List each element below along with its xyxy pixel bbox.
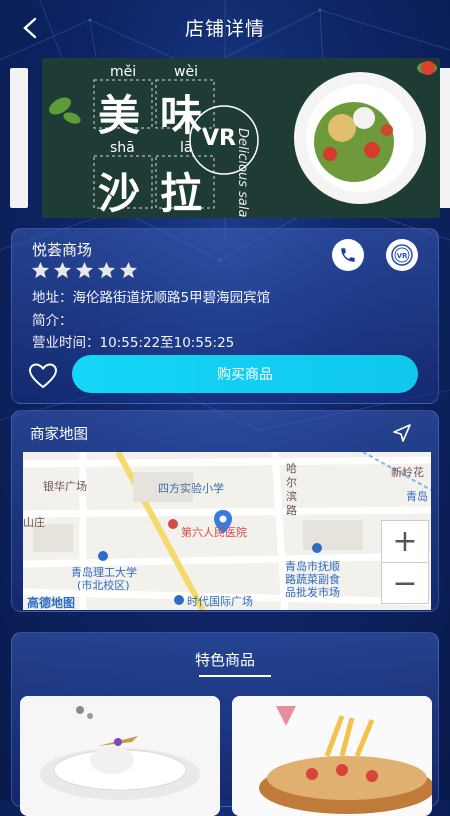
- previous-slide-thumb[interactable]: [10, 68, 28, 208]
- merchant-map-card: 商家地图 银华广场 四方实验小学 哈 尔 滨 路 第六人民医院 山庄 青岛理工大…: [11, 410, 439, 612]
- next-slide-thumb[interactable]: [440, 68, 450, 208]
- zoom-out-button[interactable]: −: [382, 563, 428, 604]
- svg-text:VR: VR: [397, 252, 408, 260]
- product-image-sandwich: [232, 696, 432, 816]
- banner-carousel[interactable]: měi wèi shā lā 美 味 沙 拉 VR Delicious sala…: [0, 58, 450, 218]
- map-label-qdlg-2: (市北校区): [77, 579, 130, 592]
- banner-script-text: Delicious salad: [235, 128, 250, 218]
- top-bar: 店铺详情: [0, 0, 450, 56]
- pinyin-wei: wèi: [174, 64, 198, 80]
- pinyin-mei: měi: [110, 64, 137, 80]
- buy-products-button[interactable]: 购买商品: [72, 355, 418, 393]
- zoom-in-button[interactable]: +: [382, 521, 428, 562]
- store-address: 地址：海伦路街道抚顺路5甲碧海园宾馆: [32, 290, 271, 306]
- featured-title: 特色商品: [194, 651, 255, 669]
- map-view[interactable]: 银华广场 四方实验小学 哈 尔 滨 路 第六人民医院 山庄 青岛理工大学 (市北…: [23, 452, 431, 610]
- map-label-yinhua: 银华广场: [43, 480, 87, 493]
- featured-title-underline: [199, 675, 271, 677]
- star-icon: [97, 261, 116, 279]
- banner-slide[interactable]: měi wèi shā lā 美 味 沙 拉 VR Delicious sala…: [42, 58, 440, 218]
- star-rating: [31, 261, 138, 280]
- store-intro: 简介：: [32, 313, 73, 329]
- map-label-shanzhuang: 山庄: [23, 516, 45, 529]
- featured-products-card: 特色商品: [11, 632, 439, 816]
- map-label-gaode: 高德地图: [27, 596, 76, 610]
- map-label-sifang: 四方实验小学: [158, 482, 224, 495]
- map-zoom-control: + −: [381, 520, 429, 604]
- char-mei: 美: [98, 91, 141, 140]
- map-label-shidai: 时代国际广场: [187, 595, 253, 608]
- char-sha: 沙: [98, 169, 141, 218]
- char-la: 拉: [160, 169, 203, 218]
- star-icon: [119, 261, 138, 279]
- map-label-hospital: 第六人民医院: [181, 526, 247, 539]
- map-label-qingdao: 青岛: [406, 490, 428, 503]
- product-card[interactable]: [232, 696, 432, 816]
- page-title: 店铺详情: [184, 18, 265, 40]
- map-label-harbin-4: 路: [286, 504, 297, 517]
- star-icon: [31, 261, 50, 279]
- star-icon: [75, 261, 94, 279]
- map-label-market-3: 品批发市场: [285, 586, 340, 599]
- call-button[interactable]: [332, 239, 364, 271]
- map-label-xinling: 新岭花: [391, 466, 424, 479]
- store-info-card: 悦荟商场 VR 地址：海伦路街道抚顺路5甲碧海园宾馆 简介： 营业时间：10:5…: [11, 228, 439, 404]
- favorite-heart-icon[interactable]: [28, 362, 58, 390]
- store-hours: 营业时间：10:55:22至10:55:25: [32, 335, 235, 351]
- product-card[interactable]: [20, 696, 220, 816]
- navigate-arrow-icon[interactable]: [392, 423, 412, 443]
- vr-badge[interactable]: VR: [202, 126, 236, 151]
- product-image-dessert: [20, 696, 220, 816]
- phone-icon: [341, 248, 355, 262]
- vr-icon: VR: [391, 244, 413, 266]
- map-section-title: 商家地图: [30, 427, 88, 443]
- vr-view-button[interactable]: VR: [386, 239, 418, 271]
- star-icon: [53, 261, 72, 279]
- store-name: 悦荟商场: [32, 241, 93, 259]
- char-wei: 味: [160, 91, 203, 140]
